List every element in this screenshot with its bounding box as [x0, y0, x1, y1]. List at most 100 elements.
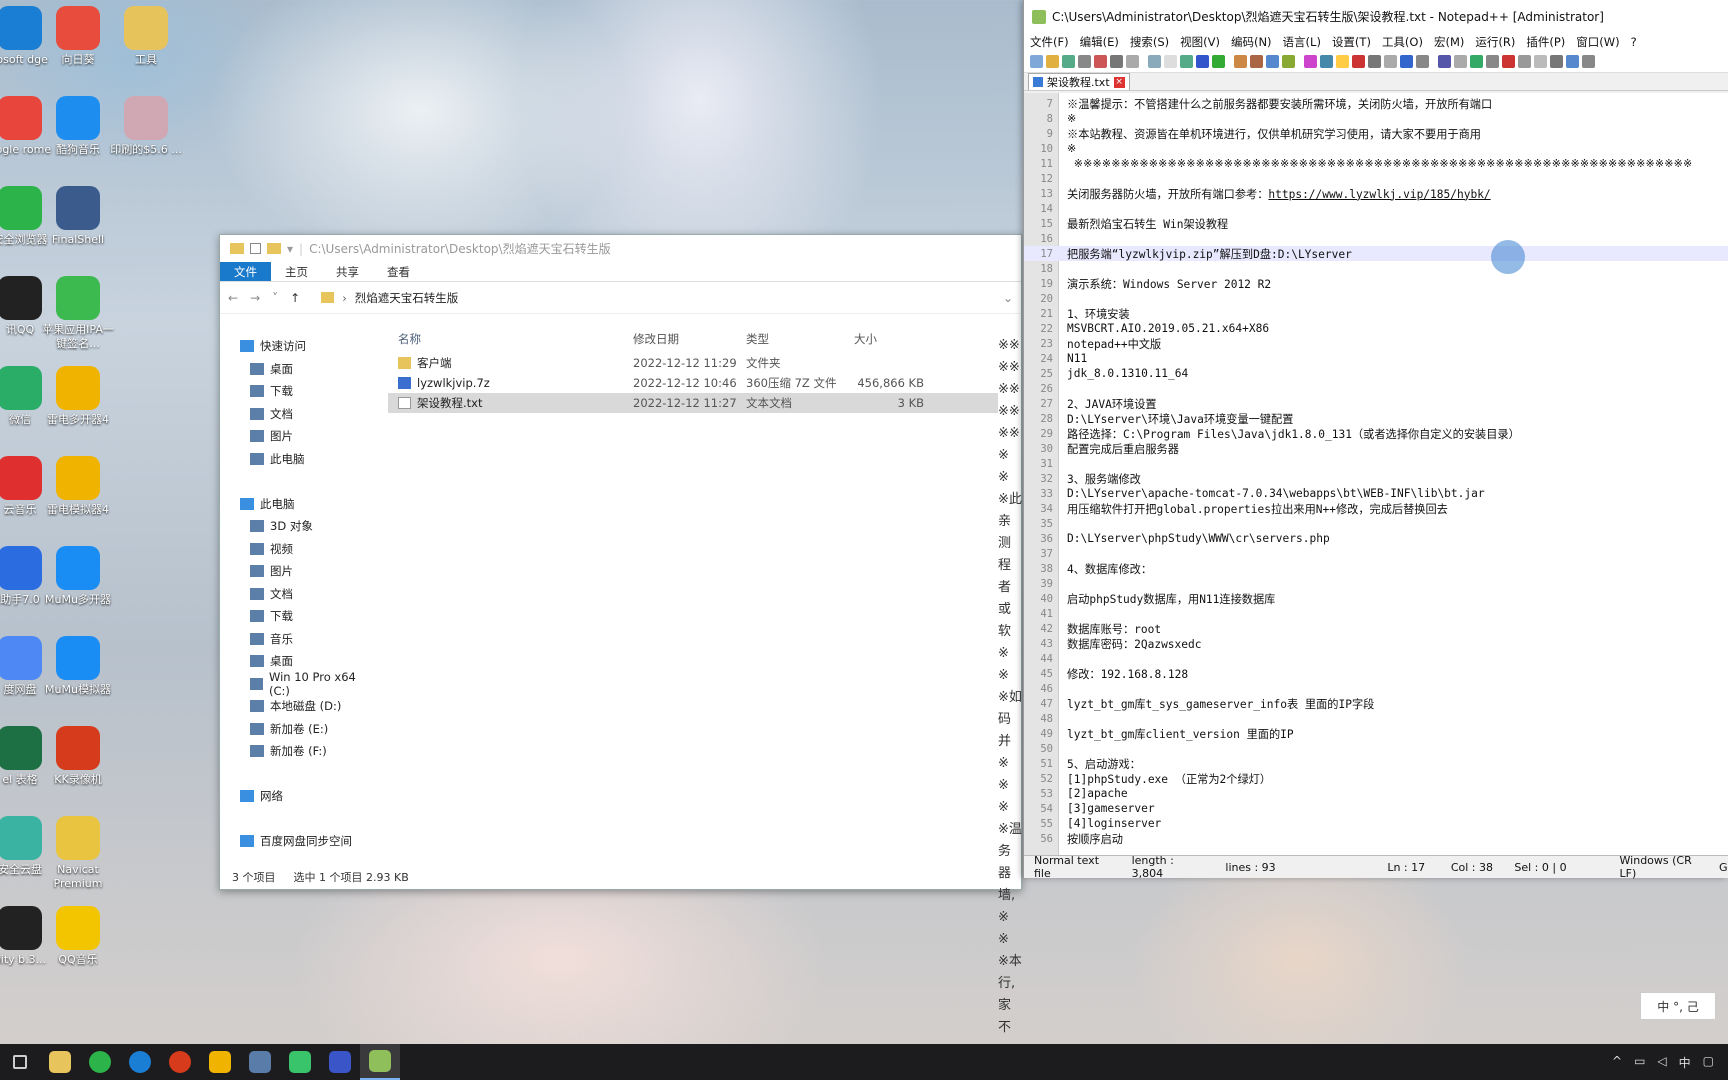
file-row[interactable]: lyzwlkjvip.7z 2022-12-12 10:46 360压缩 7Z 文件…	[388, 373, 998, 393]
desktop-icon[interactable]: FinalShell	[38, 186, 118, 247]
toolbar-button-icon[interactable]	[1282, 55, 1295, 68]
editor-line[interactable]: 47 lyzt_bt_gm库t_sys_gameserver_info表 里面的I…	[1024, 696, 1728, 711]
tab-view[interactable]: 查看	[373, 262, 424, 281]
editor-line[interactable]: 54 [3]gameserver	[1024, 801, 1728, 816]
editor-line[interactable]: 55 [4]loginserver	[1024, 816, 1728, 831]
toolbar-button-icon[interactable]	[1470, 55, 1483, 68]
desktop-icon[interactable]: 苹果应用IPA一键签名...	[38, 276, 118, 351]
editor-line[interactable]: 42 数据库账号：root	[1024, 621, 1728, 636]
editor-line[interactable]: 37	[1024, 546, 1728, 561]
menu-item[interactable]: ?	[1631, 35, 1637, 49]
up-icon[interactable]: ↑	[290, 291, 300, 305]
menu-item[interactable]: 语言(L)	[1283, 34, 1321, 50]
file-explorer-window[interactable]: ▾ | C:\Users\Administrator\Desktop\烈焰遮天宝…	[219, 234, 1022, 1035]
toolbar-button-icon[interactable]	[1416, 55, 1429, 68]
nav-item[interactable]: 此电脑	[220, 493, 372, 516]
editor-line[interactable]: 56 按顺序启动	[1024, 831, 1728, 846]
menu-item[interactable]: 搜索(S)	[1130, 34, 1169, 50]
editor-line[interactable]: 38 4、数据库修改：	[1024, 561, 1728, 576]
nav-item[interactable]: 此电脑	[220, 448, 372, 471]
editor-line[interactable]: 52 [1]phpStudy.exe （正常为2个绿灯）	[1024, 771, 1728, 786]
toolbar-button-icon[interactable]	[1266, 55, 1279, 68]
toolbar-button-icon[interactable]	[1250, 55, 1263, 68]
taskbar-app-icon[interactable]	[320, 1044, 360, 1080]
file-row[interactable]: 客户端 2022-12-12 11:29 文件夹	[388, 353, 998, 373]
tab-file[interactable]: 文件	[220, 262, 271, 281]
tab-home[interactable]: 主页	[271, 262, 322, 281]
editor-line[interactable]: 23 notepad++中文版	[1024, 336, 1728, 351]
toolbar-button-icon[interactable]	[1148, 55, 1161, 68]
toolbar-button-icon[interactable]	[1582, 55, 1595, 68]
menu-item[interactable]: 窗口(W)	[1576, 34, 1619, 50]
editor-line[interactable]: 19 演示系统：Windows Server 2012 R2	[1024, 276, 1728, 291]
editor-line[interactable]: 49 lyzt_bt_gm库client_version 里面的IP	[1024, 726, 1728, 741]
editor-line[interactable]: 25 jdk_8.0.1310.11_64	[1024, 366, 1728, 381]
editor-line[interactable]: 51 5、启动游戏：	[1024, 756, 1728, 771]
editor-line[interactable]: 46	[1024, 681, 1728, 696]
toolbar-button-icon[interactable]	[1094, 55, 1107, 68]
toolbar-button-icon[interactable]	[1164, 55, 1177, 68]
file-row[interactable]: 架设教程.txt 2022-12-12 11:27 文本文档 3 KB	[388, 393, 998, 413]
toolbar-button-icon[interactable]	[1384, 55, 1397, 68]
toolbar-button-icon[interactable]	[1030, 55, 1043, 68]
editor-line[interactable]: 13 关闭服务器防火墙，开放所有端口参考：https://www.lyzwlkj.…	[1024, 186, 1728, 201]
nav-item[interactable]: 文档	[220, 583, 372, 606]
editor-line[interactable]: 24 N11	[1024, 351, 1728, 366]
nav-item[interactable]: 图片	[220, 560, 372, 583]
editor-line[interactable]: 45 修改：192.168.8.128	[1024, 666, 1728, 681]
desktop-icon[interactable]: 雷电模拟器4	[38, 456, 118, 517]
volume-icon[interactable]: ◁	[1657, 1054, 1666, 1071]
menu-item[interactable]: 编码(N)	[1231, 34, 1272, 50]
ime-toolbar[interactable]: 中 °, 己	[1640, 992, 1716, 1020]
toolbar-button-icon[interactable]	[1550, 55, 1563, 68]
taskbar-player-icon[interactable]	[280, 1044, 320, 1080]
address-bar[interactable]: › 烈焰遮天宝石转生版	[312, 287, 991, 309]
editor-line[interactable]: 33 D:\LYserver\apache-tomcat-7.0.34\webap…	[1024, 486, 1728, 501]
editor-line[interactable]: 14	[1024, 201, 1728, 216]
notification-icon[interactable]: ▢	[1703, 1054, 1714, 1071]
menu-item[interactable]: 文件(F)	[1030, 34, 1069, 50]
editor-line[interactable]: 50	[1024, 741, 1728, 756]
toolbar-button-icon[interactable]	[1234, 55, 1247, 68]
toolbar-button-icon[interactable]	[1368, 55, 1381, 68]
editor-line[interactable]: 43 数据库密码：2Qazwsxedc	[1024, 636, 1728, 651]
editor-line[interactable]: 32 3、服务端修改	[1024, 471, 1728, 486]
nav-item[interactable]: Win 10 Pro x64 (C:)	[220, 670, 372, 698]
desktop-icon[interactable]: QQ音乐	[38, 906, 118, 967]
chevron-down-icon[interactable]: ˅	[272, 291, 278, 305]
toolbar-button-icon[interactable]	[1180, 55, 1193, 68]
editor-line[interactable]: 17 把服务端“lyzwlkjvip.zip”解压到D盘:D:\LYserver	[1024, 246, 1728, 261]
toolbar-button-icon[interactable]	[1336, 55, 1349, 68]
editor-line[interactable]: 41	[1024, 606, 1728, 621]
editor-line[interactable]: 21 1、环境安装	[1024, 306, 1728, 321]
column-name[interactable]: 名称	[388, 331, 633, 347]
nav-item[interactable]: 桌面	[220, 358, 372, 381]
editor-line[interactable]: 44	[1024, 651, 1728, 666]
editor-line[interactable]: 39	[1024, 576, 1728, 591]
taskbar-ldplayer-icon[interactable]	[200, 1044, 240, 1080]
chevron-down-icon[interactable]: ▾	[287, 242, 293, 256]
column-size[interactable]: 大小	[854, 331, 924, 347]
editor-line[interactable]: 9 ※本站教程、资源皆在单机环境进行，仅供单机研究学习使用，请大家不要用于商用	[1024, 126, 1728, 141]
nav-item[interactable]: 图片	[220, 425, 372, 448]
nav-item[interactable]: 新加卷 (E:)	[220, 718, 372, 741]
toolbar-button-icon[interactable]	[1352, 55, 1365, 68]
toolbar-button-icon[interactable]	[1486, 55, 1499, 68]
nav-item[interactable]: 新加卷 (F:)	[220, 740, 372, 763]
toolbar-button-icon[interactable]	[1110, 55, 1123, 68]
toolbar-button-icon[interactable]	[1212, 55, 1225, 68]
editor-line[interactable]: 40 启动phpStudy数据库，用N11连接数据库	[1024, 591, 1728, 606]
nav-item[interactable]: 下载	[220, 380, 372, 403]
nav-item[interactable]: 网络	[220, 785, 372, 808]
editor-line[interactable]: 27 2、JAVA环境设置	[1024, 396, 1728, 411]
url-link[interactable]: https://www.lyzwlkj.vip/185/hybk/	[1268, 188, 1490, 201]
toolbar-button-icon[interactable]	[1320, 55, 1333, 68]
nav-item[interactable]: 百度网盘同步空间	[220, 830, 372, 853]
taskbar-edge-icon[interactable]	[120, 1044, 160, 1080]
editor-line[interactable]: 8 ※	[1024, 111, 1728, 126]
toolbar-button-icon[interactable]	[1518, 55, 1531, 68]
toolbar-button-icon[interactable]	[1196, 55, 1209, 68]
toolbar-button-icon[interactable]	[1304, 55, 1317, 68]
toolbar-button-icon[interactable]	[1438, 55, 1451, 68]
toolbar-button-icon[interactable]	[1502, 55, 1515, 68]
